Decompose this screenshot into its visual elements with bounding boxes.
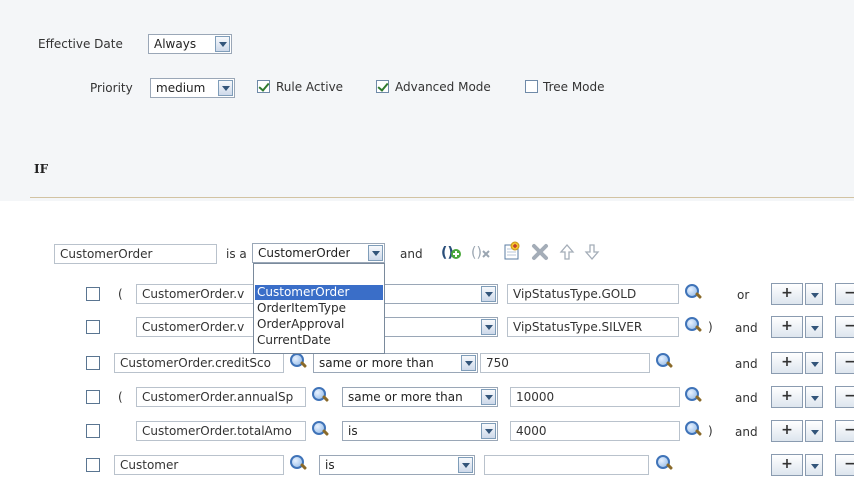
search-icon[interactable]	[654, 352, 674, 372]
rule-settings-panel	[0, 0, 854, 201]
advanced-mode-checkbox[interactable]	[376, 80, 389, 93]
conjunction-toggle[interactable]: and	[735, 425, 758, 439]
operator-select[interactable]: is	[319, 455, 475, 475]
priority-select[interactable]: medium	[150, 78, 235, 98]
operator-select[interactable]: is	[342, 421, 498, 441]
right-operand-input[interactable]	[484, 455, 649, 475]
chevron-down-icon	[215, 36, 230, 52]
add-group-icon[interactable]: ()	[441, 242, 461, 262]
right-operand-input[interactable]: VipStatusType.GOLD	[507, 284, 679, 304]
chevron-down-icon	[481, 389, 496, 405]
search-icon[interactable]	[683, 420, 703, 440]
row-menu-button[interactable]	[805, 316, 823, 338]
rule-active-label: Rule Active	[276, 80, 344, 94]
remove-row-button[interactable]: −	[835, 454, 854, 476]
row-select-checkbox[interactable]	[86, 458, 100, 472]
search-icon[interactable]	[654, 454, 674, 474]
search-icon[interactable]	[310, 386, 330, 406]
priority-label: Priority	[90, 81, 133, 95]
conjunction-toggle[interactable]: and	[735, 391, 758, 405]
row-select-checkbox[interactable]	[86, 356, 100, 370]
search-icon[interactable]	[683, 386, 703, 406]
new-test-icon[interactable]	[502, 241, 522, 261]
dropdown-option[interactable]: CurrentDate	[255, 333, 383, 348]
row-menu-button[interactable]	[805, 386, 823, 408]
chevron-down-icon	[461, 355, 476, 371]
row-select-checkbox[interactable]	[86, 287, 100, 301]
add-row-button[interactable]: +	[771, 283, 803, 305]
close-paren: )	[708, 424, 713, 438]
search-icon[interactable]	[683, 316, 703, 336]
chevron-down-icon	[368, 245, 383, 261]
remove-row-button[interactable]: −	[835, 316, 854, 338]
open-paren: (	[118, 390, 123, 404]
left-operand-input[interactable]: Customer	[114, 455, 284, 475]
chevron-down-icon	[481, 423, 496, 439]
chevron-down-icon	[481, 286, 496, 302]
operator-select[interactable]	[384, 284, 498, 304]
row-select-checkbox[interactable]	[86, 320, 100, 334]
advanced-mode-label: Advanced Mode	[395, 80, 491, 94]
dropdown-option[interactable]: OrderItemType	[255, 301, 383, 316]
right-operand-input[interactable]: 750	[480, 353, 650, 373]
left-operand-input[interactable]: CustomerOrder.creditSco	[114, 353, 284, 373]
dropdown-option[interactable]: OrderApproval	[255, 317, 383, 332]
row-select-checkbox[interactable]	[86, 390, 100, 404]
pattern-type-select[interactable]: CustomerOrder	[252, 243, 385, 263]
operator-select[interactable]: same or more than	[313, 353, 478, 373]
search-icon[interactable]	[683, 283, 703, 303]
remove-row-button[interactable]: −	[835, 283, 854, 305]
remove-row-button[interactable]: −	[835, 386, 854, 408]
if-heading: IF	[34, 162, 49, 176]
left-operand-input[interactable]: CustomerOrder.v	[136, 284, 254, 304]
add-row-button[interactable]: +	[771, 454, 803, 476]
dropdown-option[interactable]: CustomerOrder	[255, 285, 383, 300]
move-down-icon[interactable]	[582, 242, 602, 262]
chevron-down-icon	[458, 457, 473, 473]
conjunction-toggle[interactable]: and	[735, 321, 758, 335]
left-operand-input[interactable]: CustomerOrder.totalAmo	[136, 421, 306, 441]
tree-mode-checkbox[interactable]	[525, 80, 538, 93]
effective-date-select[interactable]: Always	[148, 34, 232, 54]
remove-row-button[interactable]: −	[835, 420, 854, 442]
right-operand-input[interactable]: 4000	[510, 421, 680, 441]
move-up-icon[interactable]	[557, 242, 577, 262]
add-row-button[interactable]: +	[771, 386, 803, 408]
and-label: and	[400, 247, 423, 261]
operator-select[interactable]	[384, 317, 498, 337]
chevron-down-icon	[218, 80, 233, 96]
operator-select[interactable]: same or more than	[342, 387, 498, 407]
add-row-button[interactable]: +	[771, 316, 803, 338]
row-menu-button[interactable]	[805, 283, 823, 305]
row-menu-button[interactable]	[805, 420, 823, 442]
search-icon[interactable]	[310, 420, 330, 440]
delete-icon[interactable]	[530, 242, 550, 262]
remove-row-button[interactable]: −	[835, 352, 854, 374]
is-a-label: is a	[226, 247, 247, 261]
svg-text:(): ()	[471, 245, 482, 261]
remove-group-icon[interactable]: ()	[471, 242, 491, 262]
right-operand-input[interactable]: VipStatusType.SILVER	[507, 317, 679, 337]
effective-date-label: Effective Date	[38, 37, 123, 51]
add-row-button[interactable]: +	[771, 420, 803, 442]
search-icon[interactable]	[288, 454, 308, 474]
left-operand-input[interactable]: CustomerOrder.v	[136, 317, 254, 337]
chevron-down-icon	[481, 319, 496, 335]
row-menu-button[interactable]	[805, 352, 823, 374]
row-menu-button[interactable]	[805, 454, 823, 476]
tree-mode-label: Tree Mode	[543, 80, 605, 94]
conjunction-toggle[interactable]: or	[737, 288, 749, 302]
add-row-button[interactable]: +	[771, 352, 803, 374]
rule-active-checkbox[interactable]	[257, 80, 270, 93]
conjunction-toggle[interactable]: and	[735, 357, 758, 371]
search-icon[interactable]	[288, 352, 308, 372]
type-dropdown-list: CustomerOrder OrderItemType OrderApprova…	[253, 263, 385, 354]
row-select-checkbox[interactable]	[86, 424, 100, 438]
close-paren: )	[708, 320, 713, 334]
pattern-variable-input[interactable]: CustomerOrder	[54, 244, 217, 264]
right-operand-input[interactable]: 10000	[510, 387, 680, 407]
open-paren: (	[118, 287, 123, 301]
left-operand-input[interactable]: CustomerOrder.annualSp	[136, 387, 306, 407]
section-divider	[30, 197, 854, 198]
